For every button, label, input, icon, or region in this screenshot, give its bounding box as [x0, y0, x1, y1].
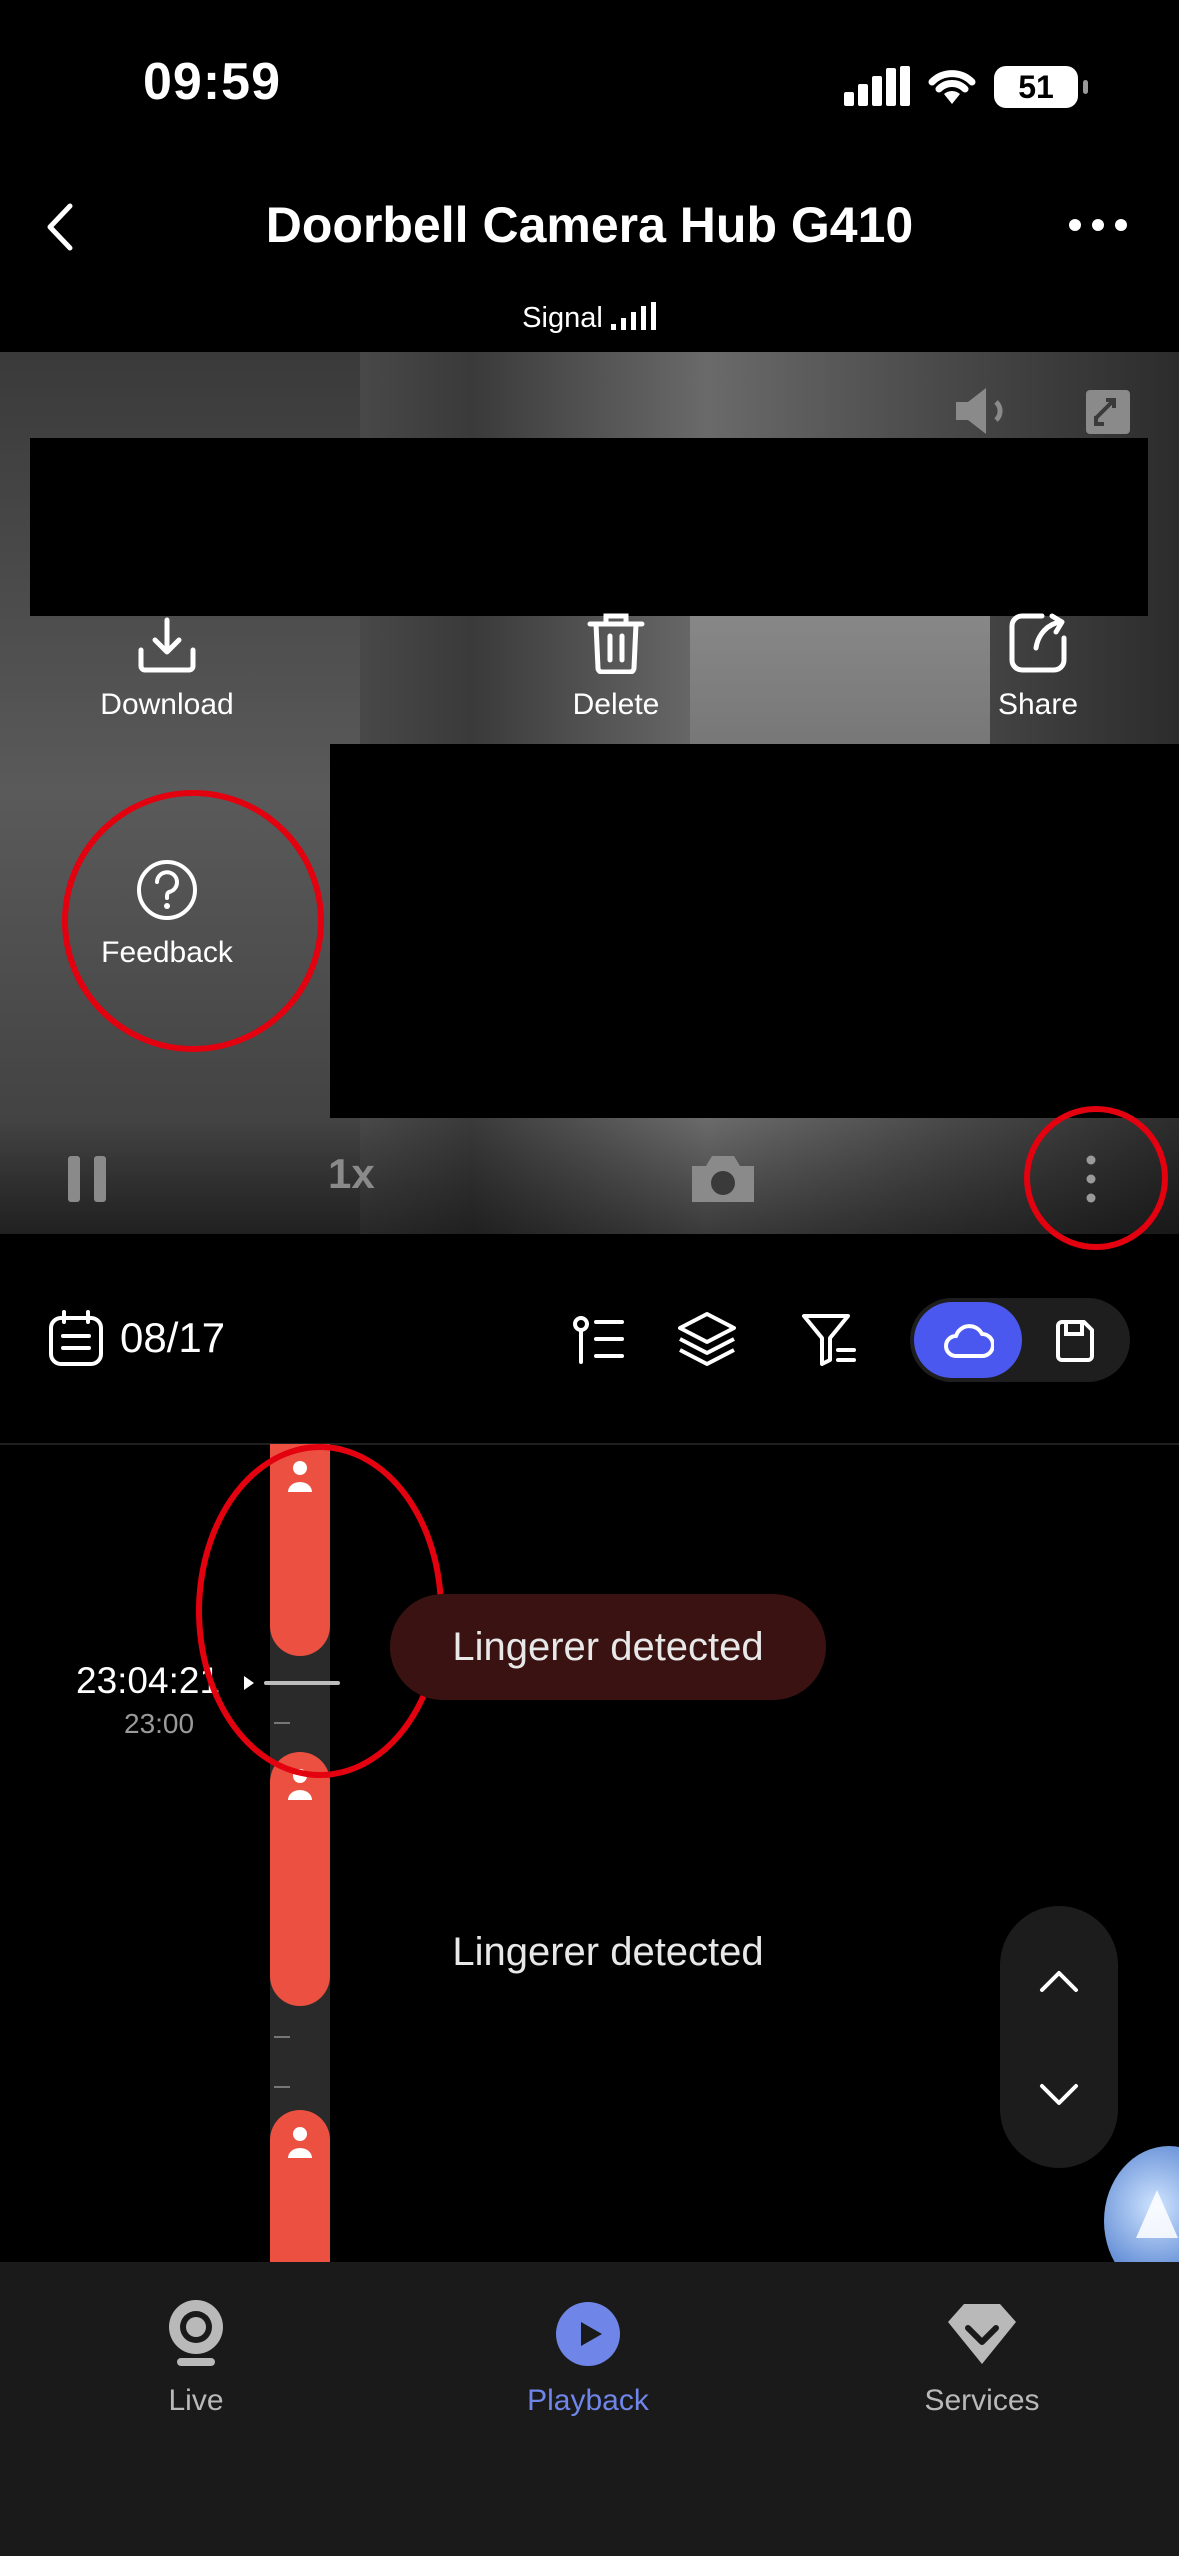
delete-label: Delete	[572, 688, 660, 721]
nav-services-label: Services	[924, 2384, 1040, 2417]
playback-speed-button[interactable]: 1x	[328, 1150, 375, 1198]
event-label[interactable]: Lingerer detected	[390, 1594, 826, 1700]
share-label: Share	[997, 688, 1079, 721]
annotation-circle-more	[1024, 1106, 1168, 1250]
local-storage-icon[interactable]	[1054, 1320, 1096, 1362]
delete-button[interactable]: Delete	[506, 612, 726, 722]
redacted-area-top	[30, 438, 1148, 616]
person-icon	[288, 2127, 312, 2158]
playback-control-bar	[0, 1120, 1179, 1234]
layers-icon[interactable]	[676, 1310, 738, 1368]
selected-date[interactable]: 08/17	[120, 1314, 225, 1362]
snapshot-camera-icon[interactable]	[688, 1152, 758, 1206]
storage-toggle[interactable]	[910, 1298, 1130, 1382]
signal-strength: Signal	[0, 302, 1179, 335]
scroll-navigation	[1000, 1906, 1118, 2168]
status-time: 09:59	[143, 53, 281, 111]
share-button[interactable]: Share	[928, 612, 1148, 722]
divider	[0, 1443, 1179, 1445]
event-list-icon[interactable]	[572, 1314, 624, 1364]
play-icon	[556, 2302, 620, 2366]
download-button[interactable]: Download	[57, 616, 277, 722]
nav-live[interactable]: Live	[76, 2296, 316, 2418]
event-label[interactable]: Lingerer detected	[390, 1930, 826, 1975]
cellular-signal-icon	[844, 66, 910, 106]
timeline-tick	[274, 2086, 290, 2088]
assistant-logo-icon	[1136, 2190, 1178, 2238]
share-icon	[1009, 613, 1067, 673]
more-options-icon[interactable]	[1068, 218, 1128, 232]
signal-label: Signal	[522, 302, 603, 334]
redacted-area-right	[330, 744, 1179, 1118]
calendar-icon[interactable]	[48, 1310, 104, 1368]
nav-live-label: Live	[168, 2384, 224, 2417]
battery-indicator: 51	[994, 66, 1088, 108]
diamond-icon	[948, 2304, 1016, 2364]
hour-label: 23:00	[124, 1708, 195, 1739]
trash-icon	[587, 613, 645, 674]
annotation-circle-feedback	[62, 790, 324, 1052]
filter-icon[interactable]	[800, 1312, 858, 1368]
signal-bars-icon	[610, 302, 656, 330]
cloud-icon	[944, 1324, 994, 1358]
pause-icon[interactable]	[68, 1156, 106, 1202]
nav-playback[interactable]: Playback	[468, 2300, 708, 2418]
current-time: 23:04:21	[76, 1660, 221, 1701]
cloud-storage-option[interactable]	[914, 1302, 1022, 1378]
fullscreen-icon[interactable]	[1084, 388, 1132, 436]
chevron-down-icon[interactable]	[1038, 2082, 1080, 2108]
nav-services[interactable]: Services	[862, 2300, 1102, 2418]
download-label: Download	[100, 688, 234, 721]
nav-playback-label: Playback	[527, 2384, 649, 2417]
download-icon	[138, 617, 196, 673]
page-title: Doorbell Camera Hub G410	[265, 197, 914, 253]
camera-icon	[169, 2300, 223, 2366]
wifi-icon	[928, 70, 976, 104]
chevron-up-icon[interactable]	[1038, 1968, 1080, 1994]
mute-icon[interactable]	[952, 386, 1014, 436]
timeline-tick	[274, 2036, 290, 2038]
